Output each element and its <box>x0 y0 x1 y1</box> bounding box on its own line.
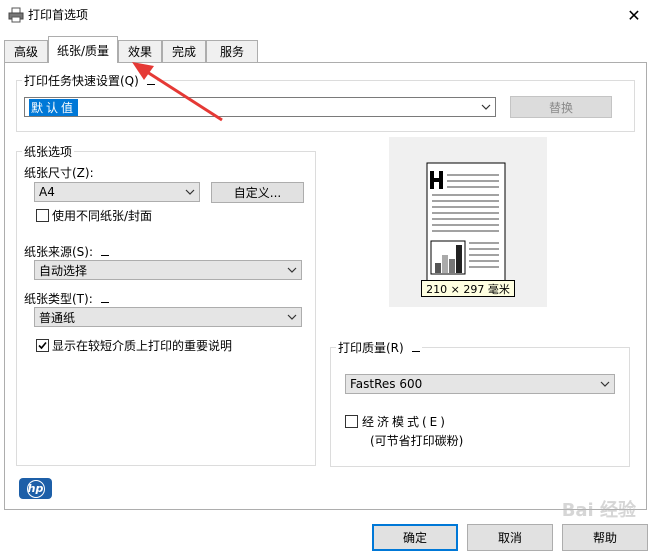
tab-finishing[interactable]: 完成 <box>162 40 206 62</box>
print-quality-legend: 打印质量(R) <box>336 339 422 356</box>
different-paper-label: 使用不同纸张/封面 <box>52 209 153 223</box>
paper-size-label: 纸张尺寸(Z): <box>24 166 94 180</box>
different-paper-checkbox[interactable] <box>36 209 49 222</box>
ok-button[interactable]: 确定 <box>372 524 458 551</box>
chevron-down-icon[interactable] <box>287 265 297 275</box>
chevron-down-icon[interactable] <box>185 187 195 197</box>
chevron-down-icon[interactable] <box>287 312 297 322</box>
help-button[interactable]: 帮助 <box>562 524 648 551</box>
tab-effects[interactable]: 效果 <box>118 40 162 62</box>
hp-logo-mark: hp <box>26 479 45 498</box>
chevron-down-icon[interactable] <box>481 102 491 112</box>
quick-settings-combo[interactable]: 默认值 <box>24 97 496 117</box>
print-quality-value: FastRes 600 <box>350 377 423 391</box>
printer-icon <box>8 7 24 23</box>
quick-settings-value: 默认值 <box>29 98 79 116</box>
checkmark-icon <box>38 341 47 350</box>
economode-note: (可节省打印碳粉) <box>370 434 464 448</box>
show-notes-label: 显示在较短介质上打印的重要说明 <box>52 339 233 353</box>
window-title: 打印首选项 <box>28 8 89 22</box>
paper-type-combo[interactable]: 普通纸 <box>34 307 302 327</box>
paper-size-value: A4 <box>39 185 55 199</box>
title-bar: 打印首选项 ✕ <box>0 0 654 30</box>
economode-checkbox[interactable] <box>345 415 358 428</box>
show-notes-checkbox[interactable] <box>36 339 49 352</box>
paper-source-value: 自动选择 <box>39 263 88 278</box>
economode-label: 经济模式(E) <box>362 415 448 429</box>
paper-source-combo[interactable]: 自动选择 <box>34 260 302 280</box>
hp-logo: hp <box>19 478 52 499</box>
tab-label: 服务 <box>219 45 244 59</box>
watermark: Bai 经验 <box>561 500 636 521</box>
tab-advanced[interactable]: 高级 <box>4 40 48 62</box>
chevron-down-icon[interactable] <box>600 379 610 389</box>
paper-type-label: 纸张类型(T): <box>24 290 109 307</box>
paper-source-label: 纸张来源(S): <box>24 243 110 260</box>
page-preview: 210 × 297 毫米 <box>389 137 547 307</box>
replace-button[interactable]: 替换 <box>510 96 612 118</box>
print-quality-group <box>330 347 630 467</box>
paper-type-value: 普通纸 <box>39 310 76 325</box>
tab-label: 纸张/质量 <box>56 43 110 58</box>
annotation-arrow-icon <box>132 62 223 122</box>
paper-dimension-label: 210 × 297 毫米 <box>421 280 515 297</box>
paper-size-combo[interactable]: A4 <box>34 182 200 202</box>
close-button[interactable]: ✕ <box>614 0 654 30</box>
tab-paper-quality[interactable]: 纸张/质量 <box>48 36 118 63</box>
custom-size-button[interactable]: 自定义... <box>211 182 304 203</box>
print-quality-combo[interactable]: FastRes 600 <box>345 374 615 394</box>
tab-services[interactable]: 服务 <box>206 40 258 62</box>
tab-label: 高级 <box>13 45 38 59</box>
tab-label: 完成 <box>171 45 196 59</box>
cancel-button[interactable]: 取消 <box>467 524 553 551</box>
paper-options-legend: 纸张选项 <box>22 143 75 160</box>
tab-label: 效果 <box>127 45 152 59</box>
